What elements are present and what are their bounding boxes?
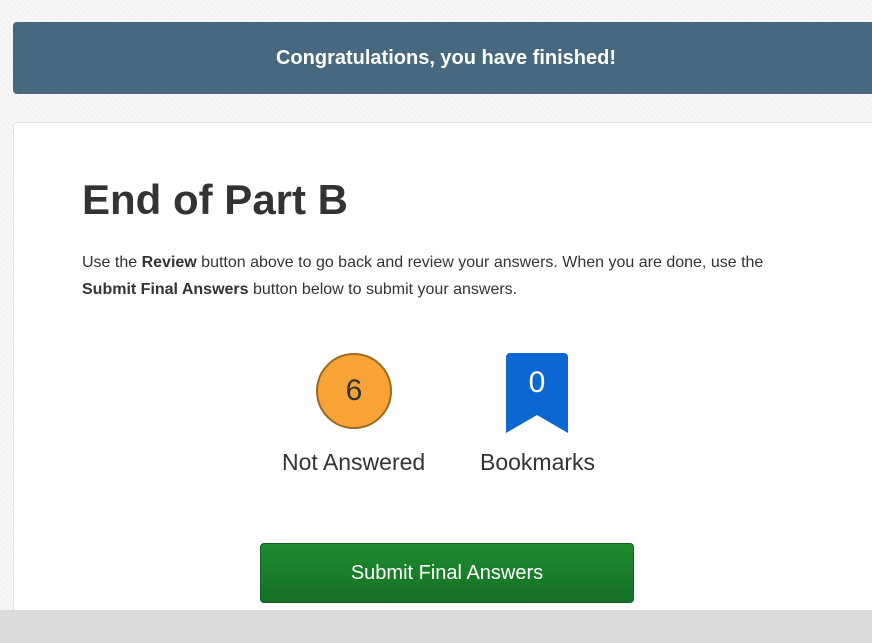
- completion-banner: Congratulations, you have finished!: [13, 22, 872, 94]
- page-viewport: Congratulations, you have finished! End …: [0, 0, 872, 610]
- instructions-text: Use the Review button above to go back a…: [82, 249, 802, 303]
- page-title: End of Part B: [82, 176, 349, 223]
- not-answered-count-badge[interactable]: 6: [316, 353, 392, 429]
- review-keyword: Review: [141, 254, 197, 271]
- instructions-part-1: Use the: [82, 254, 142, 271]
- completion-message: Congratulations, you have finished!: [275, 47, 617, 69]
- bookmark-icon[interactable]: 0: [506, 353, 568, 433]
- not-answered-label: Not Answered: [282, 449, 426, 475]
- instructions-part-2: button above to go back and review your …: [196, 254, 764, 271]
- submit-keyword: Submit Final Answers: [82, 281, 249, 298]
- bookmarks-label: Bookmarks: [480, 449, 596, 475]
- submit-final-answers-button[interactable]: Submit Final Answers: [260, 543, 634, 603]
- instructions-part-3: button below to submit your answers.: [248, 281, 518, 298]
- bookmark-count: 0: [528, 366, 546, 399]
